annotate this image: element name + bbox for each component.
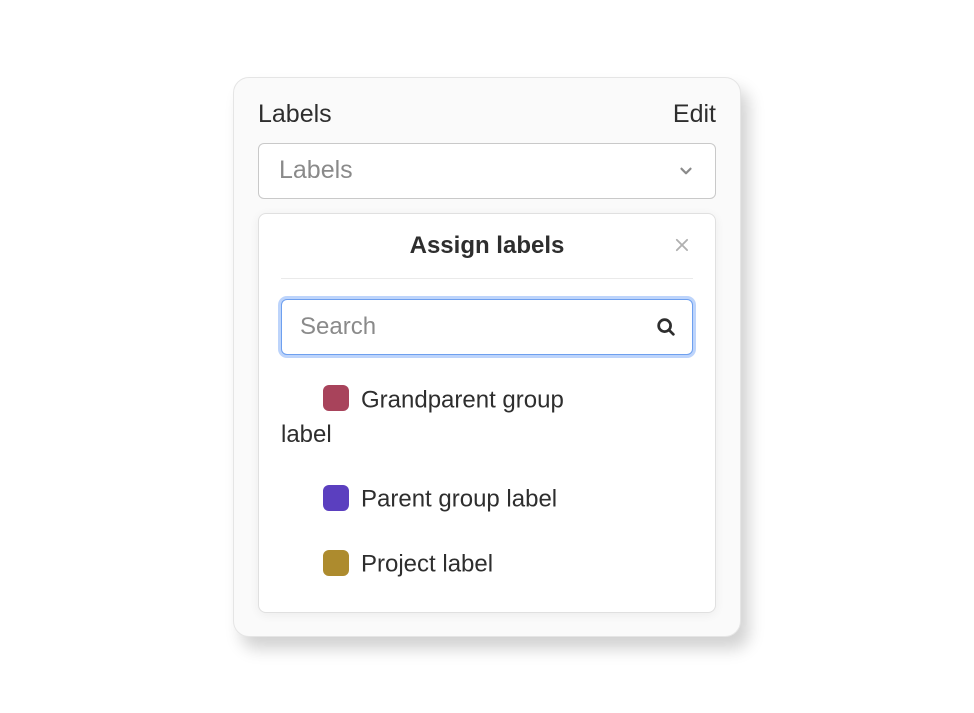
search-input[interactable] <box>281 299 693 355</box>
search-icon <box>655 316 677 338</box>
label-swatch <box>323 550 349 576</box>
label-text: Grandparent group <box>361 386 564 413</box>
panel-header: Labels Edit <box>258 100 716 129</box>
assign-labels-popover: Assign labels Grandparent group label Pa… <box>258 213 716 614</box>
label-text: Parent group label <box>361 486 557 513</box>
dropdown-label: Labels <box>279 156 353 185</box>
close-icon[interactable] <box>671 234 693 256</box>
popover-title: Assign labels <box>410 232 565 260</box>
label-text: Project label <box>361 551 493 578</box>
label-swatch <box>323 385 349 411</box>
labels-dropdown[interactable]: Labels <box>258 143 716 199</box>
chevron-down-icon <box>677 162 695 180</box>
popover-header: Assign labels <box>281 232 693 279</box>
panel-title: Labels <box>258 100 332 129</box>
label-list: Grandparent group label Parent group lab… <box>281 383 693 583</box>
label-item-grandparent[interactable]: Grandparent group label <box>323 383 693 453</box>
label-swatch <box>323 485 349 511</box>
labels-panel: Labels Edit Labels Assign labels Grandpa… <box>233 77 741 637</box>
label-text-cont: label <box>281 418 693 453</box>
search-wrap <box>281 299 693 355</box>
label-item-parent[interactable]: Parent group label <box>323 482 693 517</box>
label-item-project[interactable]: Project label <box>323 547 693 582</box>
edit-link[interactable]: Edit <box>673 100 716 129</box>
